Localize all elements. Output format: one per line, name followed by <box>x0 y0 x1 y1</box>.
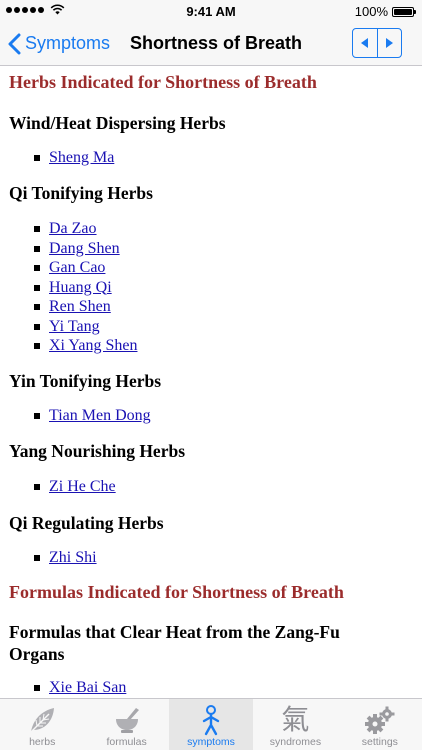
battery-group: 100% <box>354 4 416 19</box>
next-button[interactable] <box>376 29 402 57</box>
back-button[interactable]: Symptoms <box>8 22 110 65</box>
bullet-icon <box>34 304 40 310</box>
tab-label: settings <box>361 736 398 748</box>
herb-group-heading: Qi Tonifying Herbs <box>9 183 153 203</box>
tab-label: formulas <box>106 736 147 748</box>
page-title: Shortness of Breath <box>130 33 303 53</box>
bullet-icon <box>34 245 40 252</box>
battery-icon <box>392 6 416 17</box>
list-item: Sheng Ma <box>0 148 114 168</box>
list-item: Tian Men Dong <box>0 406 151 426</box>
previous-button[interactable] <box>353 29 377 57</box>
bullet-icon <box>34 343 40 349</box>
bullet-icon <box>34 413 40 419</box>
herbs-section-heading: Herbs Indicated for Shortness of Breath <box>9 72 317 92</box>
herb-list: Tian Men Dong <box>0 406 151 426</box>
list-item: Da Zao <box>0 219 137 239</box>
tab-label: syndromes <box>269 736 322 748</box>
triangle-left-icon <box>360 38 368 48</box>
herb-list: Da Zao Dang Shen Gan Cao Huang Qi Ren Sh… <box>0 219 137 356</box>
tab-settings[interactable]: settings <box>338 699 422 750</box>
battery-percent: 100% <box>354 4 388 19</box>
tab-syndromes[interactable]: 氣 syndromes <box>253 699 337 750</box>
gears-icon <box>363 703 397 737</box>
formula-group-heading-line2: Organs <box>9 644 65 664</box>
list-item: Zi He Che <box>0 477 116 497</box>
herb-link[interactable]: Gan Cao <box>49 259 105 276</box>
bullet-icon <box>34 265 40 271</box>
bullet-icon <box>34 555 40 561</box>
formula-group-heading: Formulas that Clear Heat from the Zang-F… <box>9 621 340 665</box>
leaf-icon <box>25 703 59 737</box>
list-item: Gan Cao <box>0 258 137 278</box>
bullet-icon <box>34 155 40 161</box>
symptom-detail-content: Herbs Indicated for Shortness of Breath … <box>0 66 422 698</box>
back-button-label: Symptoms <box>25 33 111 53</box>
formulas-section-heading: Formulas Indicated for Shortness of Brea… <box>9 582 344 602</box>
bullet-icon <box>34 323 40 330</box>
herb-list: Zhi Shi <box>0 548 97 568</box>
bullet-icon <box>34 484 40 490</box>
herb-group-heading: Yin Tonifying Herbs <box>9 371 162 391</box>
person-icon <box>194 703 228 737</box>
herb-list: Zi He Che <box>0 477 116 497</box>
status-bar: 9:41 AM 100% <box>0 0 422 22</box>
herb-group-heading: Yang Nourishing Herbs <box>9 441 186 461</box>
triangle-right-icon <box>386 38 394 48</box>
mortar-pestle-icon <box>110 703 144 737</box>
tab-label: herbs <box>29 736 56 748</box>
tab-bar: herbs formulas symptoms 氣 syndromes sett… <box>0 698 422 750</box>
herb-list: Sheng Ma <box>0 148 114 168</box>
tab-symptoms[interactable]: symptoms <box>168 699 254 750</box>
qi-character-icon: 氣 <box>281 703 310 736</box>
herb-link[interactable]: Tian Men Dong <box>49 407 151 424</box>
bullet-icon <box>34 685 40 691</box>
formula-group-heading-line1: Formulas that Clear Heat from the Zang-F… <box>9 622 340 642</box>
herb-link[interactable]: Sheng Ma <box>49 149 114 166</box>
herb-link[interactable]: Xi Yang Shen <box>49 337 137 354</box>
list-item: Xi Yang Shen <box>0 336 137 356</box>
tab-herbs[interactable]: herbs <box>0 699 84 750</box>
herb-group-heading: Qi Regulating Herbs <box>9 513 164 533</box>
navigation-bar: Symptoms Shortness of Breath <box>0 22 422 66</box>
tab-formulas[interactable]: formulas <box>84 699 168 750</box>
herb-link[interactable]: Zhi Shi <box>49 549 97 566</box>
herb-link[interactable]: Dang Shen <box>49 240 120 257</box>
list-item: Huang Qi <box>0 278 137 298</box>
bullet-icon <box>34 284 40 291</box>
list-item: Dang Shen <box>0 239 137 259</box>
bullet-icon <box>34 226 40 232</box>
formula-link[interactable]: Xie Bai San <box>49 679 126 696</box>
herb-link[interactable]: Ren Shen <box>49 298 111 315</box>
herb-group-heading: Wind/Heat Dispersing Herbs <box>9 113 226 133</box>
herb-link[interactable]: Yi Tang <box>49 318 100 335</box>
list-item: Xie Bai San <box>0 678 126 698</box>
prev-next-control <box>352 28 402 58</box>
tab-label: symptoms <box>187 736 235 748</box>
herb-link[interactable]: Huang Qi <box>49 279 112 296</box>
list-item: Ren Shen <box>0 297 137 317</box>
chevron-left-icon <box>8 33 21 54</box>
list-item: Zhi Shi <box>0 548 97 568</box>
herb-link[interactable]: Zi He Che <box>49 478 116 495</box>
herb-link[interactable]: Da Zao <box>49 220 97 237</box>
formula-list: Xie Bai San <box>0 678 126 698</box>
list-item: Yi Tang <box>0 317 137 337</box>
